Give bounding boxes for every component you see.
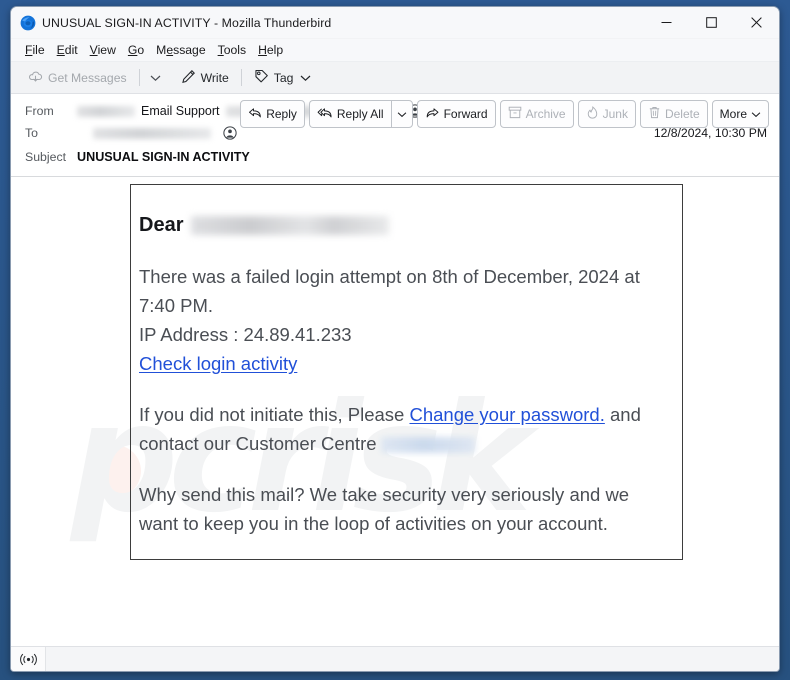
menu-view-rest: iew — [97, 43, 116, 57]
archive-label: Archive — [525, 107, 566, 121]
get-messages-chevron-down-icon[interactable] — [145, 71, 166, 85]
get-messages-label: Get Messages — [48, 70, 127, 85]
archive-icon — [508, 106, 522, 122]
why-send-line-1: Why send this mail? We take security ver… — [139, 484, 630, 505]
junk-label: Junk — [602, 107, 628, 121]
toolbar-divider-2 — [240, 69, 242, 86]
write-label: Write — [200, 70, 229, 85]
status-bar — [11, 646, 779, 671]
window-title: UNUSUAL SIGN-IN ACTIVITY - Mozilla Thund… — [42, 15, 332, 30]
menu-item-go[interactable]: Go — [122, 41, 150, 59]
login-attempt-line-2: 7:40 PM. — [139, 295, 214, 316]
menu-message-rest: ssage — [173, 43, 206, 57]
why-send-line-2: want to keep you in the loop of activiti… — [139, 513, 608, 534]
greeting-line: Dear — [139, 211, 658, 240]
forward-label: Forward — [443, 107, 488, 121]
check-login-activity-link[interactable]: Check login activity — [139, 353, 297, 374]
tag-chevron-down-icon — [300, 71, 311, 85]
tag-button[interactable]: Tag — [247, 66, 319, 90]
menu-item-message[interactable]: Message — [150, 41, 211, 59]
menu-tools-rest: ools — [223, 43, 247, 57]
menu-view-accel: V — [89, 43, 98, 57]
login-attempt-paragraph: There was a failed login attempt on 8th … — [139, 262, 658, 378]
menu-file-rest: ile — [32, 43, 45, 57]
subject-value: UNUSUAL SIGN-IN ACTIVITY — [77, 150, 250, 164]
pencil-icon — [181, 69, 196, 87]
message-header: From Email Support To Subject UNUSUAL SI… — [11, 94, 779, 177]
toolbar-divider-1 — [138, 69, 140, 86]
maximize-icon[interactable] — [689, 8, 734, 38]
from-address-redacted-left — [77, 105, 135, 117]
greeting-name-redacted — [191, 216, 390, 235]
change-password-paragraph: If you did not initiate this, Please Cha… — [139, 400, 658, 458]
menu-item-edit[interactable]: Edit — [51, 41, 84, 59]
to-address-redacted — [93, 127, 211, 139]
menu-item-view[interactable]: View — [84, 41, 122, 59]
forward-icon — [425, 107, 440, 122]
greeting-text: Dear — [139, 214, 184, 236]
from-name: Email Support — [141, 104, 220, 118]
ip-address-line: IP Address : 24.89.41.233 — [139, 324, 352, 345]
reply-all-chevron-down-icon[interactable] — [390, 100, 413, 128]
minimize-icon[interactable] — [644, 8, 689, 38]
menu-edit-accel: E — [56, 43, 65, 57]
reply-label: Reply — [266, 107, 297, 121]
thunderbird-icon — [20, 15, 36, 31]
not-initiate-suffix: and — [610, 404, 641, 425]
subject-label: Subject — [25, 150, 67, 164]
close-icon[interactable] — [734, 8, 779, 38]
tag-label: Tag — [273, 70, 294, 85]
forward-button[interactable]: Forward — [416, 100, 496, 128]
thunderbird-window: UNUSUAL SIGN-IN ACTIVITY - Mozilla Thund… — [10, 6, 780, 672]
email-content-card: Dear There was a failed login attempt on… — [130, 184, 683, 560]
subject-row: Subject UNUSUAL SIGN-IN ACTIVITY — [11, 146, 779, 168]
reply-all-icon — [317, 107, 333, 122]
recipient-avatar-icon[interactable] — [223, 126, 237, 140]
message-action-buttons: Reply Reply All Forward Archive Junk Del… — [240, 100, 769, 128]
delete-button[interactable]: Delete — [639, 100, 708, 128]
get-messages-button[interactable]: Get Messages — [21, 66, 134, 90]
trash-icon — [648, 106, 661, 122]
reply-icon — [248, 107, 262, 122]
message-body: pcrisk pcrisk.com Dear There was a faile… — [11, 177, 779, 646]
more-button[interactable]: More — [711, 100, 769, 128]
menu-bar: File Edit View Go Message Tools Help — [11, 39, 779, 62]
desktop-background: UNUSUAL SIGN-IN ACTIVITY - Mozilla Thund… — [0, 0, 790, 680]
tag-icon — [254, 69, 269, 87]
menu-edit-rest: dit — [64, 43, 78, 57]
menu-item-help[interactable]: Help — [252, 41, 289, 59]
delete-label: Delete — [664, 107, 700, 121]
customer-centre-line: contact our Customer Centre — [139, 433, 377, 454]
menu-message-pre: M — [156, 43, 167, 57]
menu-go-accel: G — [127, 43, 138, 57]
junk-flame-icon — [586, 106, 599, 122]
archive-button[interactable]: Archive — [499, 100, 574, 128]
change-password-link[interactable]: Change your password. — [409, 404, 604, 425]
message-date: 12/8/2024, 10:30 PM — [653, 126, 767, 140]
customer-centre-redacted — [380, 437, 475, 454]
title-bar: UNUSUAL SIGN-IN ACTIVITY - Mozilla Thund… — [11, 7, 779, 39]
main-toolbar: Get Messages Write Tag — [11, 62, 779, 94]
login-attempt-line-1: There was a failed login attempt on 8th … — [139, 266, 640, 287]
reply-all-split-button: Reply All — [308, 100, 413, 128]
menu-go-rest: o — [137, 43, 145, 57]
more-label: More — [719, 107, 747, 121]
from-label: From — [25, 104, 54, 118]
more-chevron-down-icon — [751, 107, 761, 121]
write-button[interactable]: Write — [174, 66, 236, 90]
menu-help-rest: elp — [266, 43, 284, 57]
menu-item-file[interactable]: File — [19, 41, 51, 59]
connection-signal-icon[interactable] — [11, 647, 46, 671]
reply-all-button[interactable]: Reply All — [308, 100, 391, 128]
menu-help-accel: H — [258, 43, 267, 57]
reply-all-label: Reply All — [336, 107, 384, 121]
menu-item-tools[interactable]: Tools — [212, 41, 252, 59]
junk-button[interactable]: Junk — [577, 100, 636, 128]
not-initiate-prefix: If you did not initiate this, Please — [139, 404, 405, 425]
reply-button[interactable]: Reply — [240, 100, 305, 128]
why-send-paragraph: Why send this mail? We take security ver… — [139, 480, 658, 538]
download-cloud-icon — [28, 69, 43, 87]
to-label: To — [25, 126, 38, 140]
